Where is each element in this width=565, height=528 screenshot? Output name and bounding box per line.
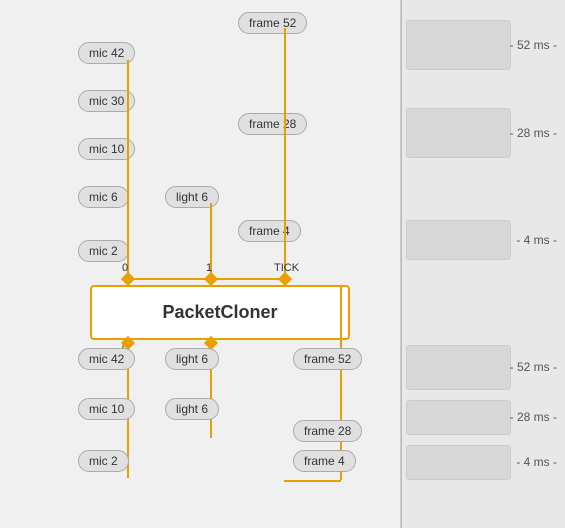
timeline-bar-52-bot [406,345,511,390]
main-container: mic 42 mic 30 mic 10 mic 6 light 6 frame… [0,0,565,528]
node-mic6-in: mic 6 [78,186,129,208]
packet-cloner-label: PacketCloner [162,302,277,323]
line-h-port1 [147,278,210,280]
line-h-tick [210,278,284,280]
timeline-bar-28-top [406,108,511,158]
dot-tick [278,272,292,286]
timeline-bar-52-top [406,20,511,70]
timeline-vline [401,0,402,528]
timeline-label-52-bot: - 52 ms - [510,360,557,374]
timeline-bar-4-top [406,220,511,260]
port-label-tick: TICK [274,262,299,274]
line-h-right-bot [284,480,341,482]
node-frame52-in: frame 52 [238,12,307,34]
timeline-label-4-top: - 4 ms - [516,233,557,247]
line-h-right-top [284,285,341,287]
line-left-col [127,60,129,278]
node-frame52-out: frame 52 [293,348,362,370]
timeline-label-4-bot: - 4 ms - [516,455,557,469]
timeline-bar-28-bot [406,400,511,435]
node-light6-out1: light 6 [165,348,219,370]
line-right-col [284,28,286,277]
node-mic42-out: mic 42 [78,348,135,370]
node-frame28-out: frame 28 [293,420,362,442]
node-frame28-in: frame 28 [238,113,307,135]
node-mic10-out: mic 10 [78,398,135,420]
timeline-label-28-bot: - 28 ms - [510,410,557,424]
node-mic2-in: mic 2 [78,240,129,262]
node-light6-out2: light 6 [165,398,219,420]
dot-port1 [204,272,218,286]
node-frame4-in: frame 4 [238,220,301,242]
port-label-1-in: 1 [206,262,212,274]
packet-cloner-box: PacketCloner [90,285,350,340]
timeline-area: - 52 ms - - 28 ms - - 4 ms - - 52 ms - -… [400,0,565,528]
timeline-label-52-top: - 52 ms - [510,38,557,52]
port-label-0-in: 0 [122,262,128,274]
dot-port0 [121,272,135,286]
node-frame4-out: frame 4 [293,450,356,472]
timeline-label-28-top: - 28 ms - [510,126,557,140]
timeline-bar-4-bot [406,445,511,480]
node-mic2-out: mic 2 [78,450,129,472]
diagram-area: mic 42 mic 30 mic 10 mic 6 light 6 frame… [0,0,400,528]
